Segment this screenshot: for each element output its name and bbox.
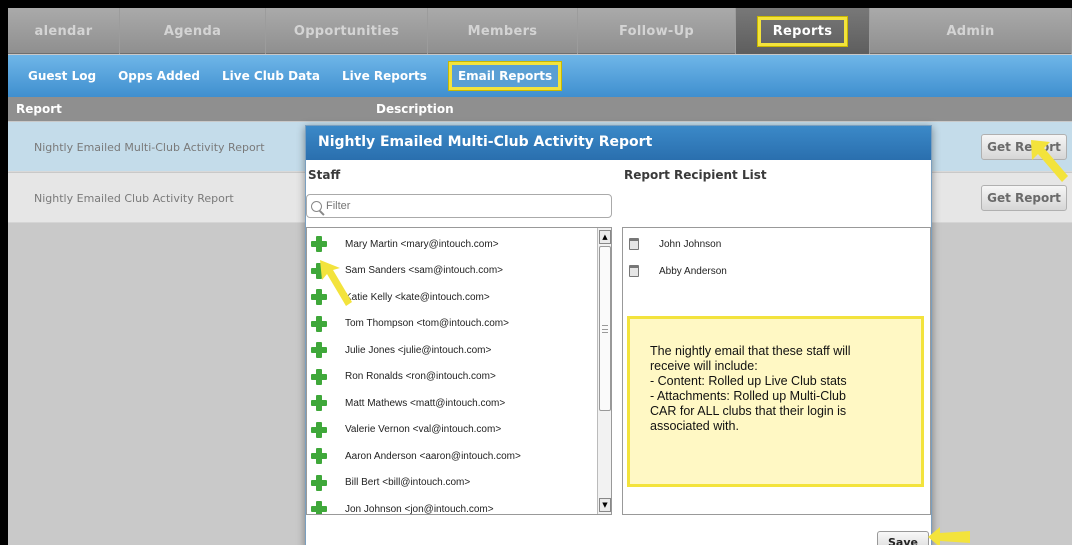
staff-name: Bill Bert <bill@intouch.com> <box>345 477 471 488</box>
staff-name: Mary Martin <mary@intouch.com> <box>345 238 499 250</box>
recipient-item: John Johnson <box>623 231 721 257</box>
tab-agenda[interactable]: Agenda <box>120 8 266 54</box>
staff-item: Jon Johnson <jon@intouch.com> <box>307 496 494 515</box>
staff-name: Julie Jones <julie@intouch.com> <box>345 344 492 356</box>
tab-label: Reports <box>757 16 848 46</box>
annotation-note: The nightly email that these staff will … <box>627 316 924 487</box>
staff-name: Sam Sanders <sam@intouch.com> <box>345 265 504 276</box>
add-plus-icon[interactable] <box>311 395 327 411</box>
recipient-item: Abby Anderson <box>623 258 727 284</box>
report-name: Nightly Emailed Multi-Club Activity Repo… <box>34 141 265 154</box>
tab-admin[interactable]: Admin <box>870 8 1072 54</box>
staff-item: Ron Ronalds <ron@intouch.com> <box>307 364 496 390</box>
main-nav: alendar Agenda Opportunities Members Follow-… <box>8 8 1072 54</box>
subnav-opps-added[interactable]: Opps Added <box>118 69 200 83</box>
note-line: - Content: Rolled up Live Club stats <box>650 374 847 388</box>
note-line: - Attachments: Rolled up Multi-Club <box>650 389 846 403</box>
staff-item: Julie Jones <julie@intouch.com> <box>307 337 491 363</box>
add-plus-icon[interactable] <box>311 315 327 332</box>
staff-item: Aaron Anderson <aaron@intouch.com> <box>307 443 521 469</box>
staff-heading: Staff <box>308 168 341 182</box>
tab-label: Opportunities <box>293 23 400 39</box>
reports-subnav: Guest Log Opps Added Live Club Data Live Re… <box>8 55 1072 97</box>
tab-label: Admin <box>946 23 995 39</box>
staff-name: Jon Johnson <jon@intouch.com> <box>345 503 494 515</box>
save-button[interactable]: Save <box>877 531 929 545</box>
dialog-title: Nightly Emailed Multi-Club Activity Repo… <box>306 126 931 160</box>
scroll-thumb[interactable] <box>599 246 611 411</box>
staff-item: Bill Bert <bill@intouch.com> <box>307 470 470 496</box>
tab-label: Agenda <box>163 23 222 39</box>
note-line: associated with. <box>650 419 739 433</box>
get-report-button[interactable]: Get Report <box>981 185 1067 211</box>
note-line: receive will include: <box>650 359 758 373</box>
tab-alendar[interactable]: alendar <box>8 8 120 54</box>
staff-list-scrollbar[interactable]: ▲ ▼ <box>597 228 611 514</box>
annotation-arrow-icon <box>320 260 352 306</box>
staff-item: Matt Mathews <matt@intouch.com> <box>307 390 505 416</box>
app-window: alendar Agenda Opportunities Members Follow-… <box>8 8 1072 545</box>
report-name: Nightly Emailed Club Activity Report <box>34 192 234 205</box>
subnav-email-reports[interactable]: Email Reports <box>448 62 562 90</box>
add-plus-icon[interactable] <box>311 448 327 464</box>
report-recipients-dialog: Nightly Emailed Multi-Club Activity Repo… <box>305 125 932 545</box>
tab-label: Follow-Up <box>618 23 695 39</box>
subnav-guest-log[interactable]: Guest Log <box>28 69 96 83</box>
staff-item: Mary Martin <mary@intouch.com> <box>307 231 499 257</box>
recipient-name: John Johnson <box>659 238 722 250</box>
trash-icon[interactable] <box>629 265 639 277</box>
search-icon <box>311 200 322 212</box>
tab-follow-up[interactable]: Follow-Up <box>578 8 736 54</box>
scroll-up-icon[interactable]: ▲ <box>599 230 611 244</box>
trash-icon[interactable] <box>629 238 639 250</box>
tab-label: alendar <box>34 23 93 39</box>
add-plus-icon[interactable] <box>311 368 327 385</box>
staff-name: Matt Mathews <matt@intouch.com> <box>345 397 506 409</box>
table-header: Report Description <box>8 97 1072 121</box>
subnav-live-club-data[interactable]: Live Club Data <box>222 69 320 83</box>
staff-filter[interactable] <box>306 194 612 218</box>
tab-opportunities[interactable]: Opportunities <box>266 8 428 54</box>
staff-name: Tom Thompson <tom@intouch.com> <box>345 318 509 329</box>
scroll-down-icon[interactable]: ▼ <box>599 498 611 512</box>
note-line: CAR for ALL clubs that their login is <box>650 404 847 418</box>
tab-reports[interactable]: Reports <box>736 8 870 54</box>
add-plus-icon[interactable] <box>311 236 327 252</box>
note-line: The nightly email that these staff will <box>650 344 851 358</box>
staff-name: Aaron Anderson <aaron@intouch.com> <box>345 450 521 462</box>
recipients-heading: Report Recipient List <box>624 168 767 182</box>
column-header-report: Report <box>16 102 62 116</box>
column-header-description: Description <box>376 102 454 116</box>
add-plus-icon[interactable] <box>311 421 327 438</box>
staff-item: Tom Thompson <tom@intouch.com> <box>307 311 509 337</box>
add-plus-icon[interactable] <box>311 474 327 491</box>
subnav-live-reports[interactable]: Live Reports <box>342 69 427 83</box>
recipient-name: Abby Anderson <box>659 265 727 277</box>
annotation-arrow-icon <box>1031 140 1068 182</box>
tab-label: Members <box>467 23 538 39</box>
add-plus-icon[interactable] <box>311 501 327 514</box>
add-plus-icon[interactable] <box>311 342 327 358</box>
staff-name: Katie Kelly <kate@intouch.com> <box>345 291 490 303</box>
tab-members[interactable]: Members <box>428 8 578 54</box>
staff-item: Valerie Vernon <val@intouch.com> <box>307 417 501 443</box>
annotation-arrow-icon <box>928 527 970 545</box>
filter-input[interactable] <box>326 200 586 212</box>
staff-name: Ron Ronalds <ron@intouch.com> <box>345 371 496 382</box>
staff-name: Valerie Vernon <val@intouch.com> <box>345 424 502 435</box>
